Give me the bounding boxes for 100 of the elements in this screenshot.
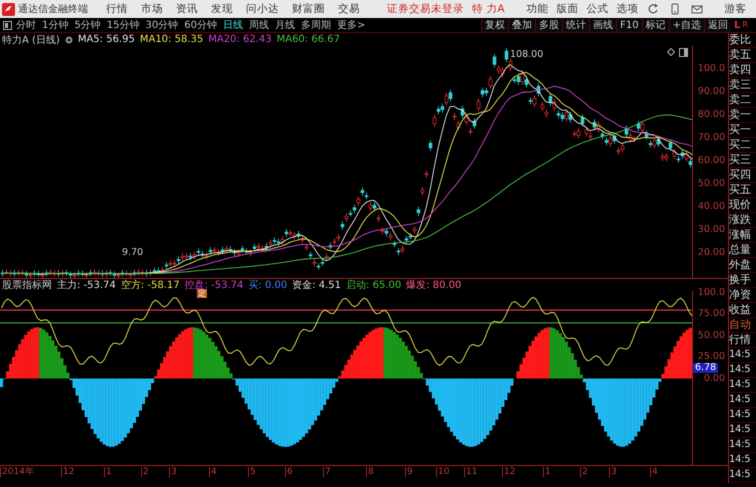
axis-tick-label: 12 (61, 467, 74, 477)
period-tab[interactable]: 1分钟 (42, 18, 68, 32)
axis-tick-label: 75.00 (698, 309, 725, 320)
axis-tick-label: 4 (209, 467, 217, 477)
quote-label: 卖二 (729, 93, 756, 108)
marker-badge: 定 (197, 289, 207, 298)
low-price-label: 9.70 (122, 247, 144, 258)
menu-item[interactable]: 版面 (556, 2, 579, 16)
quote-label: 买一 (729, 123, 756, 138)
toolbar-button[interactable]: 画线 (589, 18, 616, 32)
time-label: 14:5 (729, 468, 756, 483)
axis-tick-label: 0.00 (704, 374, 725, 384)
axis-tick-label: 50.00 (698, 330, 725, 341)
axis-tick-label: 100.0 (698, 64, 725, 74)
time-label: 14:5 (729, 408, 756, 423)
axis-tick-label: 12 (502, 467, 516, 477)
axis-tick-label: 20.00 (698, 248, 725, 258)
period-tab[interactable]: 多周期 (300, 18, 331, 32)
menu-item[interactable]: 市场 (141, 2, 163, 16)
indicator-value: 买: 0.00 (248, 279, 288, 292)
quote-label: 换手 (729, 273, 756, 288)
time-label: 14:5 (729, 393, 756, 408)
indicator-value: 爆发: 80.00 (406, 279, 462, 292)
axis-tick-label: 9 (405, 467, 413, 477)
toolbar-button[interactable]: 统计 (562, 18, 590, 32)
period-tab[interactable]: 月线 (274, 18, 295, 32)
axis-tick-label: 80.00 (698, 110, 725, 120)
current-value-badge: 6.78 (693, 362, 718, 373)
quote-label: 买四 (729, 168, 756, 183)
quote-label: 外盘 (729, 258, 756, 273)
axis-tick-label: 70.00 (698, 133, 725, 143)
axis-tick-label: 2 (580, 467, 588, 477)
quote-label[interactable]: 自动 (729, 318, 756, 333)
axis-tick-label: 1 (104, 467, 112, 477)
axis-tick-label: 3 (609, 467, 617, 477)
toolbar-button[interactable]: 多股 (535, 18, 562, 32)
axis-tick-label: 30.00 (698, 225, 725, 235)
period-tab[interactable]: 更多> (336, 18, 366, 32)
indicator-value: 资金: 4.51 (292, 279, 342, 292)
ma-value: MA60: 66.67 (276, 34, 340, 45)
period-tab[interactable]: 60分钟 (184, 18, 217, 32)
menu-item[interactable]: 功能 (526, 2, 549, 16)
quote-label: 卖一 (729, 108, 756, 123)
app-name: 通达信金融终端 (18, 2, 88, 16)
indicator-name: 股票指标网 (2, 278, 52, 292)
quote-label: 涨跌 (729, 213, 756, 228)
quote-label: 涨幅 (729, 228, 756, 243)
toolbar-button[interactable]: 标记 (642, 18, 669, 32)
toolbar-button[interactable]: 返回 (704, 18, 731, 32)
menu-item[interactable]: 资讯 (176, 2, 198, 16)
indicator-value: 主力: -53.74 (57, 278, 116, 292)
login-notice[interactable]: 证券交易未登录 (387, 2, 464, 16)
period-tab[interactable]: 日线 (222, 18, 243, 32)
menu-item[interactable]: 交易 (338, 2, 360, 16)
quote-label: 委比 (729, 33, 756, 48)
quote-label: 买二 (729, 138, 756, 153)
period-tab[interactable]: 15分钟 (106, 18, 140, 32)
axis-tick-label: 100.0 (698, 288, 725, 298)
axis-tick-label: 8 (366, 467, 374, 477)
axis-tick-label: 7 (323, 467, 331, 477)
axis-tick-label: 40.00 (698, 202, 725, 212)
indicator-value: 空方: -58.17 (120, 278, 180, 292)
ma-value: MA5: 56.95 (78, 34, 135, 45)
period-tab[interactable]: 分时 (16, 18, 36, 32)
menu-item[interactable]: 财富圈 (292, 2, 325, 16)
ma-value: MA10: 58.35 (140, 34, 204, 45)
quote-label: 卖五 (729, 48, 756, 63)
toolbar-button[interactable]: +自选 (668, 18, 704, 32)
time-label: 14:5 (729, 453, 756, 468)
axis-tick-label: 2 (141, 467, 149, 477)
menu-item[interactable]: 公式 (586, 2, 609, 16)
quote-label: 行情 (729, 333, 756, 348)
high-price-label: 108.00 (510, 49, 544, 60)
time-label: 14:5 (729, 438, 756, 453)
quote-label: 现价 (729, 198, 756, 213)
corner-label: L (734, 20, 740, 30)
toolbar-button[interactable]: F10 (616, 18, 642, 32)
menu-item[interactable]: 行情 (106, 2, 128, 16)
axis-tick-label: 2014年 (0, 467, 34, 477)
stock-name: 特 力A (472, 2, 505, 16)
period-tab[interactable]: 周线 (248, 18, 269, 32)
menu-item[interactable]: 选项 (616, 2, 639, 16)
axis-tick-label: 3 (169, 467, 177, 477)
toolbar-button[interactable]: 叠加 (508, 18, 536, 32)
corner-label: R (742, 20, 748, 30)
quote-label: 收益 (729, 303, 756, 318)
axis-tick-label: 90.00 (698, 87, 725, 97)
toolbar-button[interactable]: 复权 (481, 18, 508, 32)
menu-item[interactable]: 问小达 (246, 2, 279, 16)
indicator-value: 控盘: -53.74 (184, 279, 244, 291)
period-tab[interactable]: 30分钟 (145, 18, 178, 32)
quote-label: 买三 (729, 153, 756, 168)
quote-label: 买五 (729, 183, 756, 198)
user-name[interactable]: 游客 (724, 2, 747, 16)
period-tab[interactable]: 5分钟 (74, 18, 101, 32)
indicator-value: 启动: 65.00 (346, 278, 402, 292)
axis-tick-label: 1 (543, 467, 551, 477)
axis-tick-label: 25.00 (698, 352, 725, 362)
menu-item[interactable]: 发现 (211, 2, 233, 16)
axis-tick-label: 11 (464, 467, 478, 477)
